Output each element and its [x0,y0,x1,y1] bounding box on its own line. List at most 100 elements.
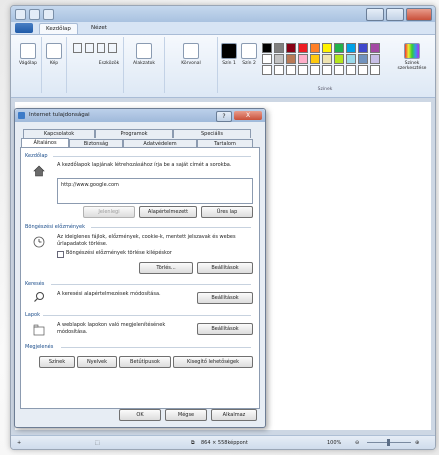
color-swatch[interactable] [298,54,308,64]
color-swatch[interactable] [370,54,380,64]
tab-programs[interactable]: Programok [95,129,173,138]
color-swatch[interactable] [298,65,308,75]
color-swatch[interactable] [334,65,344,75]
use-blank-button[interactable]: Üres lap [201,206,253,218]
home-heading: Kezdőlap [25,153,48,159]
color-swatch[interactable] [262,54,272,64]
color-swatch[interactable] [322,65,332,75]
color-swatch[interactable] [346,43,356,53]
tools-button[interactable]: Eszközök [95,61,123,66]
edit-colors-icon [404,43,420,59]
shapes-button[interactable]: Alakzatok [130,43,158,66]
color-swatch[interactable] [286,54,296,64]
fill-icon[interactable] [84,43,94,53]
file-menu-button[interactable] [15,23,33,33]
selection-size-icon: ⬚ [95,440,100,446]
image-group: Kép [42,37,67,93]
tab-view[interactable]: Nézet [85,23,113,33]
color-swatch[interactable] [358,43,368,53]
color-swatch[interactable] [346,65,356,75]
color-swatch[interactable] [286,65,296,75]
color-swatch[interactable] [346,54,356,64]
zoom-level: 100% [327,440,342,446]
fonts-button[interactable]: Betűtípusok [119,356,171,368]
search-settings-button[interactable]: Beállítások [197,292,253,304]
brush-icon[interactable] [108,43,117,53]
color-swatch[interactable] [334,54,344,64]
color-swatch[interactable] [298,43,308,53]
close-button[interactable] [406,8,432,21]
home-url-input[interactable]: http://www.google.com [57,178,253,204]
edit-colors-button[interactable]: Színek szerkesztése [394,43,430,71]
color1-button[interactable]: Szín 1 [220,43,238,66]
cancel-button[interactable]: Mégse [165,409,207,421]
save-icon[interactable] [15,9,26,20]
color-swatch[interactable] [370,43,380,53]
color-swatch[interactable] [286,43,296,53]
history-settings-button[interactable]: Beállítások [197,262,253,274]
color-swatch[interactable] [322,43,332,53]
undo-icon[interactable] [29,9,40,20]
tab-home[interactable]: Kezdőlap [39,23,78,34]
color1-swatch [221,43,237,59]
pencil-icon[interactable] [73,43,82,53]
outline-button[interactable]: Körvonal [177,43,205,66]
color2-button[interactable]: Szín 2 [240,43,258,66]
color-swatch[interactable] [370,65,380,75]
apply-button[interactable]: Alkalmaz [211,409,257,421]
use-current-button[interactable]: Jelenlegi [83,206,135,218]
delete-history-button[interactable]: Törlés... [139,262,193,274]
color-swatch[interactable] [310,43,320,53]
tab-advanced[interactable]: Speciális [173,129,251,138]
zoom-in-button[interactable]: ⊕ [415,440,419,446]
text-icon[interactable] [96,43,106,53]
zoom-out-button[interactable]: ⊖ [355,440,359,446]
color-swatch[interactable] [274,54,284,64]
history-icon [33,236,45,248]
maximize-button[interactable] [386,8,404,21]
shapes-group: Alakzatok [124,37,165,93]
color-swatch[interactable] [322,54,332,64]
color-swatch[interactable] [274,43,284,53]
tabs-icon [33,324,45,336]
history-description: Az ideiglenes fájlok, előzmények, cookie… [57,234,236,247]
color-swatch[interactable] [310,54,320,64]
search-heading: Keresés [25,281,45,287]
cursor-position-icon: + [17,440,22,446]
tabs-settings-button[interactable]: Beállítások [197,323,253,335]
color-swatch[interactable] [334,43,344,53]
colors-group-label: Színek [317,87,333,92]
ok-button[interactable]: OK [119,409,161,421]
shapes-icon [136,43,152,59]
window-controls [366,8,432,21]
languages-button[interactable]: Nyelvek [77,356,117,368]
use-default-button[interactable]: Alapértelmezett [139,206,197,218]
delete-on-exit-checkbox[interactable] [57,251,64,258]
dialog-title: Internet tulajdonságai [29,112,90,118]
color-swatch[interactable] [358,54,368,64]
color-swatch[interactable] [274,65,284,75]
accessibility-button[interactable]: Kisegítő lehetőségek [173,356,253,368]
divider [51,284,251,285]
tab-connections[interactable]: Kapcsolatok [23,129,95,138]
color-swatch[interactable] [358,65,368,75]
color-swatch[interactable] [262,43,272,53]
color-swatch[interactable] [310,65,320,75]
zoom-slider-thumb[interactable] [387,439,390,446]
internet-options-dialog: Internet tulajdonságai ? X Kapcsolatok P… [14,108,266,428]
ribbon-tabs: Kezdőlap Nézet [11,22,435,35]
colors-button[interactable]: Színek [39,356,75,368]
help-button[interactable]: ? [216,111,232,122]
dialog-title-bar: Internet tulajdonságai ? X [15,109,265,122]
divider [61,347,251,348]
paste-button[interactable]: Vágólap [17,43,39,66]
color-swatch[interactable] [262,65,272,75]
colors-group: Szín 1 Szín 2 Színek szerkesztése Színek [218,37,432,93]
dialog-close-button[interactable]: X [234,111,262,120]
image-button[interactable]: Kép [45,43,63,66]
clipboard-icon [20,43,36,59]
minimize-button[interactable] [366,8,384,21]
redo-icon[interactable] [43,9,54,20]
general-tab-panel: Kezdőlap A kezdőlapok lapjának létrehozá… [20,147,260,409]
divider [91,227,251,228]
